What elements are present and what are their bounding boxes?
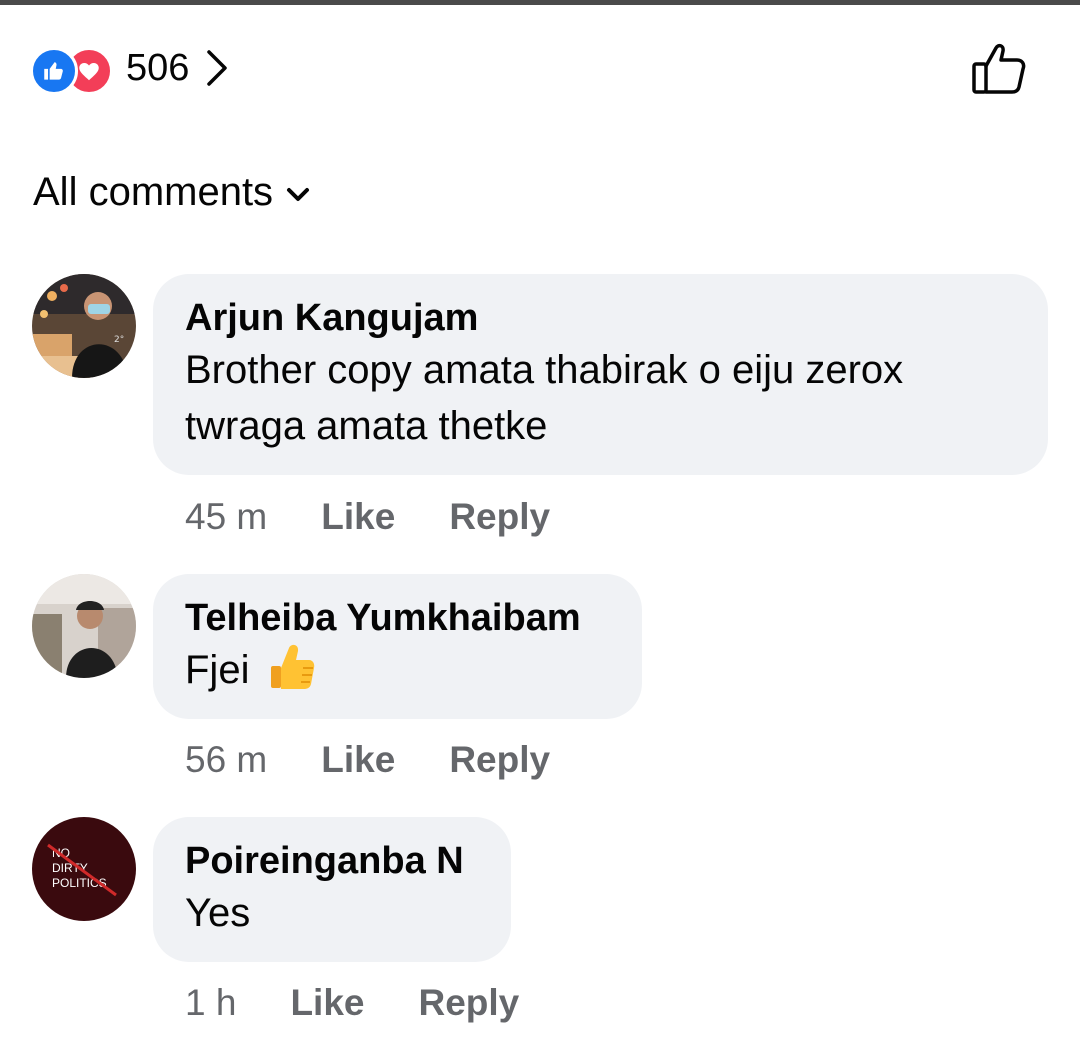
comment-text: Brother copy amata thabirak o eiju zerox…	[185, 342, 1016, 454]
comment-timestamp[interactable]: 56 m	[185, 739, 267, 781]
reply-button[interactable]: Reply	[449, 739, 550, 781]
comment-author[interactable]: Arjun Kangujam	[185, 294, 1016, 342]
comment-text-line: twraga amata thetke	[185, 404, 548, 448]
comment-author[interactable]: Telheiba Yumkhaibam	[185, 594, 610, 642]
comment-author[interactable]: Poireinganba N	[185, 837, 479, 885]
like-button[interactable]: Like	[290, 982, 364, 1024]
avatar[interactable]: NO DIRTY POLITICS	[32, 817, 136, 921]
comment-text-body: Fjei	[185, 648, 250, 692]
reply-button[interactable]: Reply	[418, 982, 519, 1024]
comment-text-line: Brother copy amata thabirak o eiju zerox	[185, 348, 904, 392]
comments-filter-dropdown[interactable]: All comments	[33, 170, 311, 215]
reply-button[interactable]: Reply	[449, 496, 550, 538]
avatar-text-line: DIRTY	[52, 861, 88, 875]
thumbs-up-icon[interactable]	[968, 40, 1030, 98]
comment-timestamp[interactable]: 1 h	[185, 982, 236, 1024]
comment-text: Fjei	[185, 642, 610, 698]
chevron-right-icon	[207, 50, 228, 86]
reactions-summary[interactable]: 506	[30, 42, 231, 95]
avatar[interactable]: 2°	[32, 274, 136, 378]
svg-text:2°: 2°	[114, 335, 124, 345]
reaction-count: 506	[126, 46, 190, 89]
like-reaction-icon	[30, 47, 78, 95]
reaction-icons	[30, 45, 116, 95]
comment-actions: 1 h Like Reply	[185, 982, 573, 1024]
like-button[interactable]: Like	[321, 739, 395, 781]
thumbs-up-emoji-icon	[270, 645, 314, 690]
top-divider	[0, 0, 1080, 5]
comment-bubble[interactable]: Poireinganba N Yes	[153, 817, 511, 962]
comment-bubble[interactable]: Telheiba Yumkhaibam Fjei	[153, 574, 642, 719]
comment-actions: 56 m Like Reply	[185, 739, 604, 781]
avatar[interactable]	[32, 574, 136, 678]
comment-actions: 45 m Like Reply	[185, 496, 604, 538]
comment-bubble[interactable]: Arjun Kangujam Brother copy amata thabir…	[153, 274, 1048, 475]
comment-timestamp[interactable]: 45 m	[185, 496, 267, 538]
comment-text: Yes	[185, 891, 251, 935]
chevron-down-icon	[287, 187, 310, 201]
filter-label: All comments	[33, 170, 274, 214]
like-button[interactable]: Like	[321, 496, 395, 538]
